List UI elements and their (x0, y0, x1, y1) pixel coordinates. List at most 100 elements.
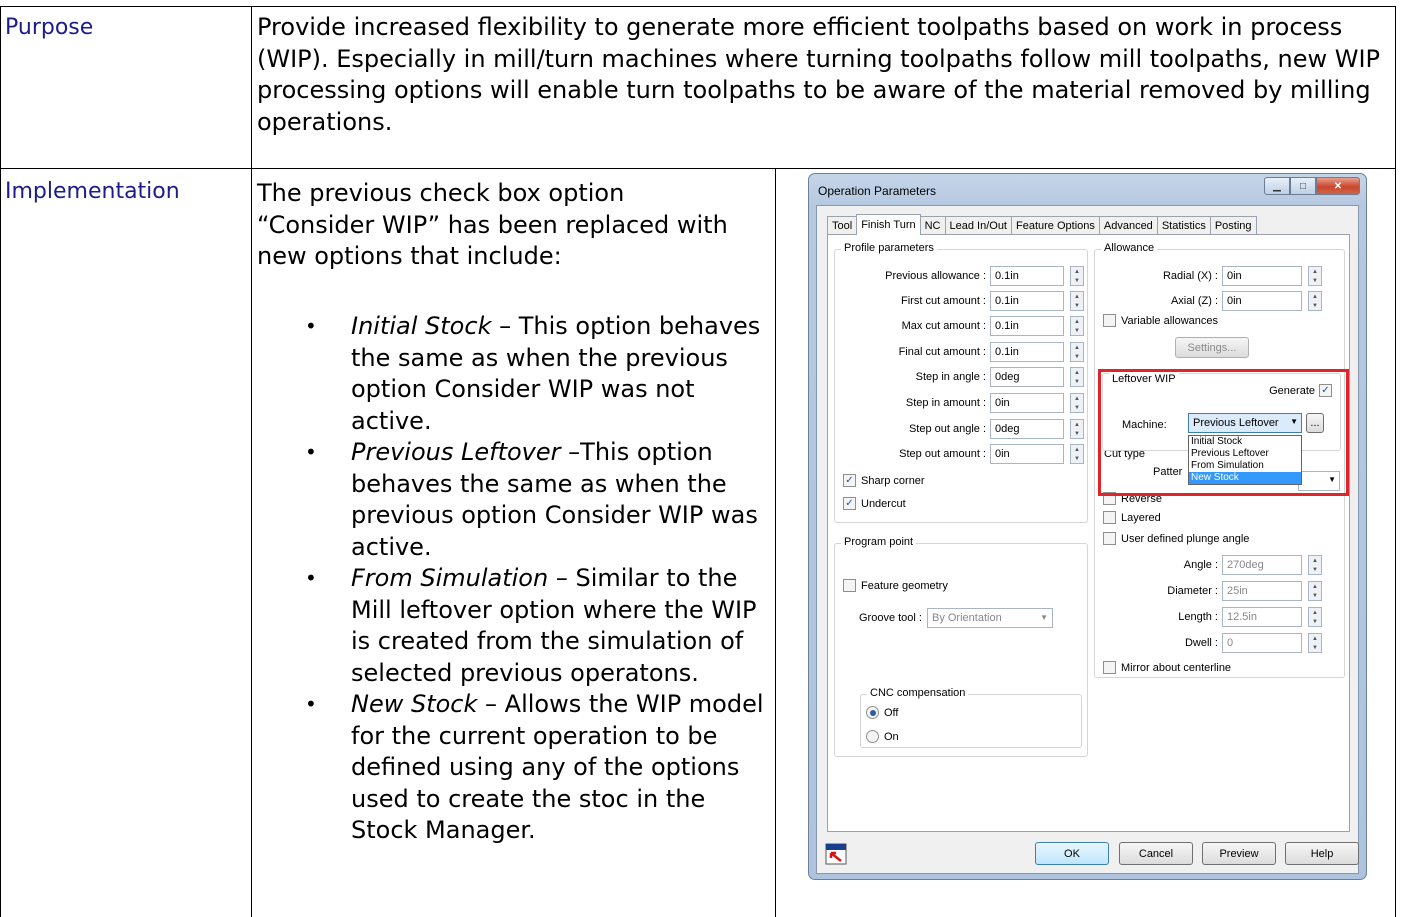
table-column-divider (251, 6, 252, 917)
step-in-amount-label: Step in amount : (905, 397, 986, 409)
spin-icon[interactable]: ▲ ▼ (1308, 633, 1322, 653)
implementation-inner-divider (775, 169, 776, 917)
cnc-on-radio[interactable]: On (866, 730, 899, 743)
spin-icon[interactable]: ▲ ▼ (1308, 555, 1322, 575)
tab-lead-in-out[interactable]: Lead In/Out (944, 216, 1012, 235)
final-cut-label: Final cut amount : (898, 346, 986, 358)
checkbox-box (1103, 314, 1116, 327)
spin-icon[interactable]: ▲ ▼ (1070, 419, 1084, 439)
radial-field[interactable]: 0in (1222, 266, 1302, 286)
step-out-angle-label: Step out angle : (908, 423, 986, 435)
minimize-icon[interactable]: ▁ (1264, 177, 1290, 195)
previous-allowance-label: Previous allowance : (885, 270, 986, 282)
purpose-label: Purpose (5, 15, 94, 40)
cancel-button[interactable]: Cancel (1119, 842, 1193, 865)
radio-icon (866, 730, 879, 743)
wizard-icon[interactable] (825, 843, 847, 865)
spin-icon[interactable]: ▲ ▼ (1308, 266, 1322, 286)
group-title: Program point (841, 536, 917, 548)
purpose-text: Provide increased flexibility to generat… (257, 13, 1381, 136)
first-cut-label: First cut amount : (901, 295, 986, 307)
spin-icon[interactable]: ▲ ▼ (1070, 393, 1084, 413)
user-plunge-label: User defined plunge angle (1121, 532, 1250, 545)
step-in-angle-row: Step in angle : 0deg ▲ ▼ (835, 367, 1084, 387)
angle-label: Angle : (1183, 559, 1218, 571)
step-out-amount-field[interactable]: 0in (990, 444, 1064, 464)
checkbox-box (1103, 661, 1116, 674)
previous-allowance-field[interactable]: 0.1in (990, 266, 1064, 286)
tab-finish-turn[interactable]: Finish Turn (856, 214, 921, 235)
tab-tool[interactable]: Tool (827, 216, 858, 235)
checkbox-box (1103, 532, 1116, 545)
final-cut-field[interactable]: 0.1in (990, 342, 1064, 362)
close-icon[interactable]: ✕ (1316, 177, 1360, 195)
length-row: Length : 12.5in ▲ ▼ (1095, 607, 1322, 627)
layered-label: Layered (1121, 511, 1161, 524)
max-cut-row: Max cut amount : 0.1in ▲ ▼ (835, 316, 1084, 336)
checkbox-box (1103, 511, 1116, 524)
feature-geometry-checkbox[interactable]: Feature geometry (843, 579, 948, 592)
tab-advanced[interactable]: Advanced (1098, 216, 1158, 235)
diameter-field[interactable]: 25in (1222, 581, 1302, 601)
program-point-group: Program point Feature geometry Groove to… (834, 536, 1088, 757)
help-button[interactable]: Help (1285, 842, 1359, 865)
variable-allowances-checkbox[interactable]: Variable allowances (1103, 314, 1218, 327)
ok-button[interactable]: OK (1035, 842, 1109, 865)
dwell-row: Dwell : 0 ▲ ▼ (1095, 633, 1322, 653)
step-in-amount-field[interactable]: 0in (990, 393, 1064, 413)
groove-tool-select[interactable]: By Orientation ▼ (926, 608, 1053, 628)
spin-icon[interactable]: ▲ ▼ (1308, 607, 1322, 627)
chevron-down-icon: ▼ (1040, 613, 1048, 622)
previous-allowance-row: Previous allowance : 0.1in ▲ ▼ (835, 266, 1084, 286)
spin-icon[interactable]: ▲ ▼ (1308, 291, 1322, 311)
implementation-label: Implementation (5, 179, 180, 204)
mirror-checkbox[interactable]: Mirror about centerline (1103, 661, 1231, 674)
length-field[interactable]: 12.5in (1222, 607, 1302, 627)
tab-posting[interactable]: Posting (1209, 216, 1257, 235)
spin-icon[interactable]: ▲ ▼ (1070, 316, 1084, 336)
dialog-title: Operation Parameters (818, 184, 937, 198)
first-cut-field[interactable]: 0.1in (990, 291, 1064, 311)
angle-field[interactable]: 270deg (1222, 555, 1302, 575)
window-controls: ▁ □ ✕ (1264, 177, 1360, 195)
cnc-on-label: On (884, 730, 899, 743)
max-cut-field[interactable]: 0.1in (990, 316, 1064, 336)
table-border-right (1395, 6, 1396, 917)
implementation-intro: The previous check box option “Consider … (257, 179, 728, 270)
dwell-field[interactable]: 0 (1222, 633, 1302, 653)
tab-statistics[interactable]: Statistics (1156, 216, 1211, 235)
check-icon: ✓ (843, 497, 856, 510)
spin-icon[interactable]: ▲ ▼ (1070, 342, 1084, 362)
cnc-off-radio[interactable]: Off (866, 706, 898, 719)
spin-icon[interactable]: ▲ ▼ (1070, 367, 1084, 387)
preview-button[interactable]: Preview (1202, 842, 1276, 865)
maximize-icon[interactable]: □ (1290, 177, 1316, 195)
group-title: Profile parameters (841, 242, 937, 254)
step-out-angle-row: Step out angle : 0deg ▲ ▼ (835, 419, 1084, 439)
undercut-label: Undercut (861, 497, 906, 510)
user-plunge-checkbox[interactable]: User defined plunge angle (1103, 532, 1249, 545)
step-in-angle-field[interactable]: 0deg (990, 367, 1064, 387)
wip-options-list: Initial Stock – This option behaves the … (305, 311, 775, 847)
layered-checkbox[interactable]: Layered (1103, 511, 1161, 524)
list-item: New Stock – Allows the WIP model for the… (305, 689, 775, 847)
axial-field[interactable]: 0in (1222, 291, 1302, 311)
groove-tool-row: Groove tool : By Orientation ▼ (859, 608, 1053, 628)
table-row-divider (0, 168, 1396, 169)
bullet-term: Previous Leftover (351, 438, 561, 466)
radial-label: Radial (X) : (1162, 270, 1218, 282)
tab-nc[interactable]: NC (919, 216, 946, 235)
spin-icon[interactable]: ▲ ▼ (1070, 266, 1084, 286)
list-item: Initial Stock – This option behaves the … (305, 311, 775, 437)
tab-feature-options[interactable]: Feature Options (1011, 216, 1100, 235)
spin-icon[interactable]: ▲ ▼ (1308, 581, 1322, 601)
length-label: Length : (1178, 611, 1218, 623)
spin-icon[interactable]: ▲ ▼ (1070, 444, 1084, 464)
settings-button[interactable]: Settings... (1175, 337, 1249, 358)
undercut-checkbox[interactable]: ✓ Undercut (843, 497, 906, 510)
bullet-term: From Simulation (351, 564, 549, 592)
step-out-angle-field[interactable]: 0deg (990, 419, 1064, 439)
spin-icon[interactable]: ▲ ▼ (1070, 291, 1084, 311)
list-item: Previous Leftover –This option behaves t… (305, 437, 775, 563)
sharp-corner-checkbox[interactable]: ✓ Sharp corner (843, 474, 925, 487)
